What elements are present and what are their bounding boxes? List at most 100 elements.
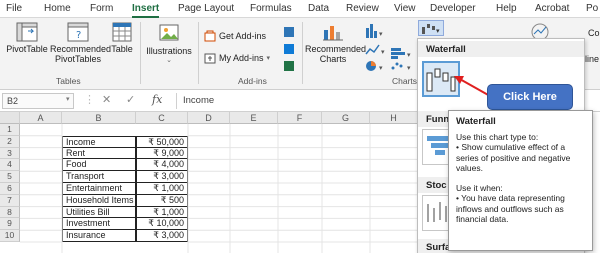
- illustrations-button[interactable]: Illustrations ⌄: [144, 22, 194, 66]
- waterfall-chart-icon: ▾: [422, 24, 440, 35]
- table-button[interactable]: Table: [108, 22, 136, 54]
- tab-form[interactable]: Form: [90, 3, 113, 14]
- funnel-section-header: Funn: [418, 111, 449, 127]
- tab-review[interactable]: Review: [346, 3, 379, 14]
- tooltip-text: Use it when:: [456, 182, 503, 193]
- row-header[interactable]: 2: [0, 135, 20, 148]
- pie-chart-icon: [366, 61, 376, 71]
- pivottable-icon: [16, 22, 38, 42]
- recommended-pivottables-icon: ?: [67, 22, 89, 42]
- addins-icon: [204, 53, 216, 64]
- row-header[interactable]: 8: [0, 206, 20, 219]
- line-chart-icon: [365, 44, 380, 55]
- stock-section-header: Stoc: [418, 177, 448, 193]
- tooltip-text: Use this chart type to:: [456, 131, 539, 142]
- row-header[interactable]: 6: [0, 183, 20, 195]
- red-arrow-icon: [454, 76, 491, 97]
- ribbon-separator: [198, 22, 199, 84]
- name-box-dropdown-icon[interactable]: ▾: [66, 95, 70, 103]
- column-header[interactable]: B: [62, 112, 136, 124]
- cancel-formula-button[interactable]: ✕: [102, 93, 111, 106]
- column-chart-icon: [366, 24, 377, 38]
- svg-text:?: ?: [76, 30, 81, 41]
- svg-text:▾: ▾: [436, 27, 440, 35]
- svg-text:▾: ▾: [379, 30, 383, 38]
- tab-view[interactable]: View: [394, 3, 416, 14]
- store-icon: [204, 30, 216, 42]
- ribbon-separator: [140, 22, 141, 84]
- grid-lines: [20, 124, 420, 253]
- column-header[interactable]: A: [20, 112, 62, 124]
- chevron-down-icon: ▾: [266, 55, 271, 62]
- svg-text:▾: ▾: [379, 64, 383, 72]
- group-addins-label: Add-ins: [238, 76, 267, 86]
- tab-data[interactable]: Data: [308, 3, 329, 14]
- scatter-chart-icon: [391, 62, 403, 70]
- pivottable-button[interactable]: PivotTable: [4, 22, 50, 54]
- table-label: Table: [111, 44, 133, 54]
- column-header[interactable]: D: [188, 112, 230, 124]
- waterfall-chart-dropdown-button[interactable]: ▾: [418, 20, 444, 36]
- recommended-charts-icon: [323, 26, 343, 41]
- column-header[interactable]: E: [230, 112, 278, 124]
- tooltip-title: Waterfall: [456, 116, 496, 127]
- recommended-charts-label: Recommended Charts: [305, 44, 367, 64]
- partial-co-label: Co: [588, 28, 600, 38]
- tab-power[interactable]: Po: [586, 3, 598, 14]
- insert-function-button[interactable]: fx: [152, 93, 162, 106]
- tooltip-text: • Show cumulative effect of a series of …: [456, 142, 571, 173]
- ribbon-tab-bar: File Home Form Insert Page Layout Formul…: [0, 0, 600, 18]
- svg-text:▾: ▾: [407, 64, 411, 72]
- tab-file[interactable]: File: [6, 3, 22, 14]
- tooltip-text: • You have data representing inflows and…: [456, 193, 565, 224]
- row-header[interactable]: 9: [0, 218, 20, 231]
- illustrations-label: Illustrations: [146, 46, 192, 56]
- svg-text:▾: ▾: [407, 51, 411, 59]
- bar-chart-icon: [391, 48, 405, 59]
- bing-icon: [284, 44, 294, 54]
- column-header[interactable]: G: [322, 112, 370, 124]
- svg-text:▾: ▾: [381, 48, 385, 56]
- row-header[interactable]: 1: [0, 124, 20, 136]
- row-header[interactable]: 7: [0, 194, 20, 207]
- tab-developer[interactable]: Developer: [430, 3, 476, 14]
- table-icon: [112, 22, 132, 42]
- formula-input[interactable]: Income: [176, 93, 416, 109]
- waterfall-tooltip: Waterfall Use this chart type to: • Show…: [448, 110, 593, 251]
- worksheet-grid: A B C D E F G H 1 2 3 4 5 6 7 8 9 10 Inc…: [0, 112, 420, 253]
- pivottable-label: PivotTable: [6, 44, 48, 54]
- visio-icon: [284, 27, 294, 37]
- tab-formulas[interactable]: Formulas: [250, 3, 292, 14]
- chevron-down-icon: ⌄: [166, 57, 172, 64]
- row-header[interactable]: 10: [0, 230, 20, 242]
- enter-formula-button[interactable]: ✓: [126, 93, 135, 106]
- column-header[interactable]: H: [370, 112, 418, 124]
- waterfall-section-header: Waterfall: [418, 41, 584, 57]
- illustrations-icon: [159, 24, 179, 41]
- tab-insert[interactable]: Insert: [132, 3, 160, 18]
- get-addins-label: Get Add-ins: [219, 31, 267, 41]
- addins-extra-icons: [284, 27, 294, 71]
- partial-line-label: line: [585, 54, 600, 64]
- recommended-pivottables-label: Recommended PivotTables: [50, 44, 112, 64]
- tab-acrobat[interactable]: Acrobat: [535, 3, 569, 14]
- get-addins-button[interactable]: Get Add-ins: [204, 30, 266, 42]
- name-box[interactable]: B2: [2, 93, 74, 109]
- select-all-corner[interactable]: [0, 112, 20, 124]
- recommended-charts-button[interactable]: Recommended Charts: [305, 22, 366, 64]
- click-here-callout: Click Here: [487, 84, 573, 110]
- tab-home[interactable]: Home: [44, 3, 71, 14]
- recommended-pivottables-button[interactable]: ? Recommended PivotTables: [50, 22, 111, 64]
- more-icon: ⋮: [84, 94, 95, 106]
- row-header[interactable]: 4: [0, 159, 20, 172]
- chart-type-gallery[interactable]: ▾ ▾ ▾ ▾ ▾: [364, 22, 416, 72]
- ribbon-separator: [302, 22, 303, 84]
- column-header[interactable]: F: [278, 112, 322, 124]
- tab-page-layout[interactable]: Page Layout: [178, 3, 234, 14]
- row-header[interactable]: 5: [0, 171, 20, 183]
- my-addins-button[interactable]: My Add-ins ▾: [204, 52, 270, 64]
- tab-help[interactable]: Help: [496, 3, 517, 14]
- column-header[interactable]: C: [136, 112, 188, 124]
- group-charts-label: Charts: [392, 76, 418, 86]
- row-header[interactable]: 3: [0, 147, 20, 160]
